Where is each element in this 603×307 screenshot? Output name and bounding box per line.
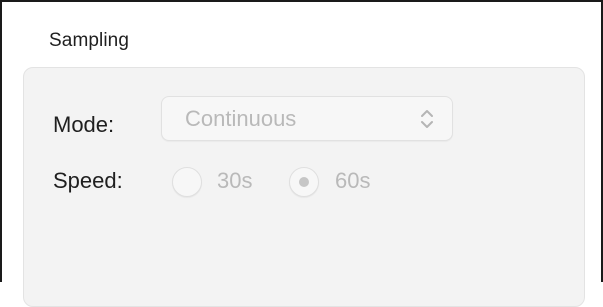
mode-popup-value: Continuous [185, 106, 297, 131]
speed-60s-label: 60s [335, 168, 371, 193]
speed-30s-label: 30s [217, 168, 253, 193]
speed-60s-radio[interactable] [289, 167, 319, 197]
speed-label: Speed: [53, 168, 123, 193]
mode-popup-button[interactable]: Continuous [161, 96, 453, 141]
up-down-chevron-icon [421, 110, 433, 128]
radio-selected-dot [299, 177, 309, 187]
section-title: Sampling [49, 30, 130, 51]
speed-30s-radio[interactable] [172, 167, 202, 197]
mode-label: Mode: [53, 112, 115, 137]
